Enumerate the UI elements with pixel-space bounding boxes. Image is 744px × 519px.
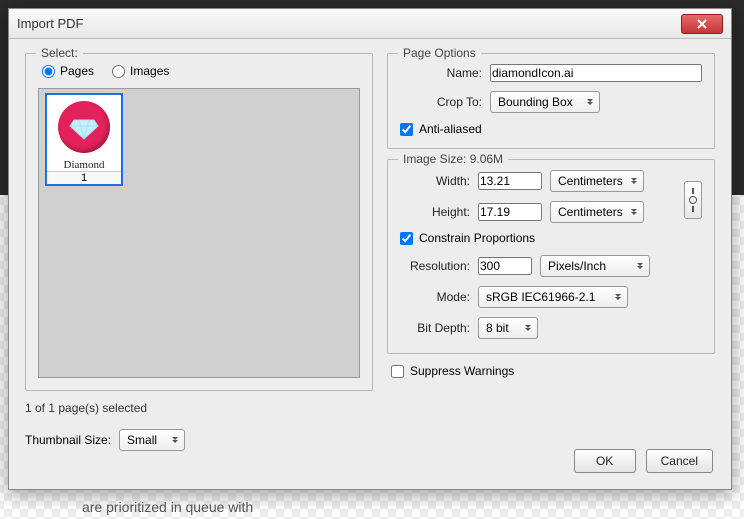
bitdepth-label: Bit Depth: [400,321,470,335]
select-legend: Select: [36,46,83,60]
import-pdf-dialog: Import PDF Select: Pages [8,8,732,490]
thumbnail-1[interactable]: Diamond 1 [45,93,123,186]
page-options-legend: Page Options [398,46,481,60]
mode-value: sRGB IEC61966-2.1 [486,290,595,304]
height-unit: Centimeters [558,205,623,219]
width-unit-select[interactable]: Centimeters [550,170,644,192]
thumbsize-value: Small [127,433,157,447]
mode-select[interactable]: sRGB IEC61966-2.1 [478,286,628,308]
resolution-unit: Pixels/Inch [548,259,606,273]
ok-button[interactable]: OK [574,449,636,473]
dialog-title: Import PDF [17,16,83,31]
ok-label: OK [596,454,613,468]
bg-text: are prioritized in queue with [82,499,253,515]
thumb-preview [49,95,119,159]
suppress-label: Suppress Warnings [410,364,514,378]
width-input[interactable] [478,172,542,190]
page-options-fieldset: Page Options Name: Crop To: Bounding Box… [387,53,715,149]
crop-value: Bounding Box [498,95,573,109]
diamond-icon [58,101,110,153]
thumbsize-label: Thumbnail Size: [25,433,111,447]
close-button[interactable] [681,14,723,34]
resolution-label: Resolution: [400,259,470,273]
height-input[interactable] [478,203,542,221]
titlebar: Import PDF [9,9,731,39]
suppress-input[interactable] [391,365,404,378]
radio-pages-input[interactable] [42,65,55,78]
thumbsize-select[interactable]: Small [119,429,185,451]
resolution-unit-select[interactable]: Pixels/Inch [540,255,650,277]
cancel-label: Cancel [661,454,698,468]
antialiased-label: Anti-aliased [419,122,482,136]
cancel-button[interactable]: Cancel [646,449,713,473]
bitdepth-value: 8 bit [486,321,509,335]
radio-images-label: Images [130,64,169,78]
antialiased-input[interactable] [400,123,413,136]
radio-images[interactable]: Images [112,64,169,78]
select-fieldset: Select: Pages Images [25,53,373,391]
image-size-fieldset: Image Size: 9.06M Width: Centimeters [387,159,715,354]
radio-pages-label: Pages [60,64,94,78]
thumb-caption: Diamond [64,159,105,171]
thumbnail-area[interactable]: Diamond 1 [38,88,360,378]
radio-images-input[interactable] [112,65,125,78]
selection-status: 1 of 1 page(s) selected [25,401,373,415]
close-icon [696,19,708,29]
link-dimensions-icon[interactable] [684,181,702,219]
constrain-label: Constrain Proportions [419,231,535,245]
width-unit: Centimeters [558,174,623,188]
constrain-input[interactable] [400,232,413,245]
width-label: Width: [400,174,470,188]
height-label: Height: [400,205,470,219]
constrain-checkbox[interactable]: Constrain Proportions [400,231,702,245]
resolution-input[interactable] [478,257,532,275]
antialiased-checkbox[interactable]: Anti-aliased [400,122,702,136]
crop-label: Crop To: [400,95,482,109]
name-label: Name: [400,66,482,80]
height-unit-select[interactable]: Centimeters [550,201,644,223]
image-size-legend: Image Size: 9.06M [398,152,508,166]
crop-select[interactable]: Bounding Box [490,91,600,113]
suppress-checkbox[interactable]: Suppress Warnings [391,364,715,378]
mode-label: Mode: [400,290,470,304]
bitdepth-select[interactable]: 8 bit [478,317,538,339]
name-input[interactable] [490,64,702,82]
radio-pages[interactable]: Pages [42,64,94,78]
thumb-number: 1 [47,171,121,184]
